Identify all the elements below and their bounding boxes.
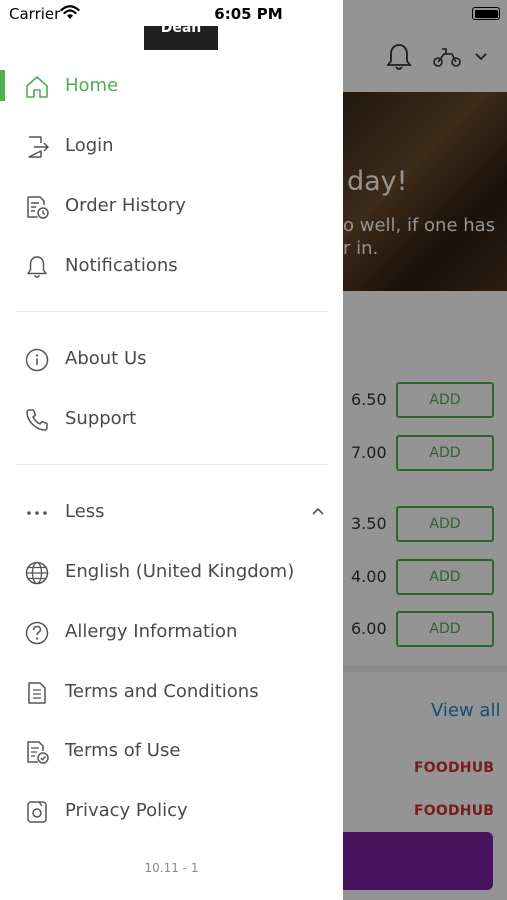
menu-item-support[interactable]: Support [0, 394, 343, 444]
menu-item-label: Allergy Information [65, 621, 238, 642]
ellipsis-icon [27, 511, 47, 515]
menu-item-label: Order History [65, 195, 186, 216]
privacy-icon [27, 801, 47, 823]
chevron-up-icon[interactable] [310, 503, 326, 519]
menu-item-label: Privacy Policy [65, 800, 188, 821]
menu-item-label: Less [65, 501, 105, 522]
menu-item-terms-of-use[interactable]: Terms of Use [0, 726, 343, 776]
menu-item-notifications[interactable]: Notifications [0, 241, 343, 291]
document-icon [28, 682, 46, 704]
home-icon [26, 76, 48, 98]
menu-item-order-history[interactable]: Order History [0, 181, 343, 231]
document-check-icon [27, 741, 49, 764]
menu-item-label: About Us [65, 348, 147, 369]
app-version: 10.11 - 1 [144, 861, 199, 875]
bell-icon [27, 256, 47, 278]
menu-item-label: Home [65, 75, 119, 96]
menu-item-label: Notifications [65, 255, 178, 276]
menu-item-allergy-information[interactable]: Allergy Information [0, 607, 343, 657]
navigation-drawer: Dean Home Login Order History Notificati… [0, 0, 343, 900]
globe-icon [25, 561, 49, 585]
status-bar: Carrier 6:05 PM [0, 0, 507, 28]
menu-item-less-toggle[interactable]: Less [0, 487, 343, 537]
question-icon [25, 621, 49, 645]
clock-time: 6:05 PM [214, 5, 283, 23]
restaurant-logo: Dean [144, 26, 218, 50]
drawer-scrim[interactable] [343, 0, 507, 900]
login-icon [28, 136, 49, 158]
menu-item-language[interactable]: English (United Kingdom) [0, 547, 343, 597]
menu-divider [16, 311, 328, 312]
info-icon [25, 348, 49, 372]
menu-item-privacy-policy[interactable]: Privacy Policy [0, 786, 343, 836]
menu-item-label: Terms of Use [65, 740, 181, 761]
battery-icon [472, 7, 500, 20]
menu-item-login[interactable]: Login [0, 121, 343, 171]
menu-item-label: Terms and Conditions [65, 681, 259, 702]
menu-item-label: English (United Kingdom) [65, 561, 295, 582]
menu-item-home[interactable]: Home [0, 61, 343, 111]
order-history-icon [27, 196, 49, 219]
menu-item-label: Login [65, 135, 114, 156]
menu-item-terms-and-conditions[interactable]: Terms and Conditions [0, 667, 343, 717]
menu-divider [16, 464, 328, 465]
menu-item-about-us[interactable]: About Us [0, 334, 343, 384]
menu-item-label: Support [65, 408, 137, 429]
phone-icon [26, 409, 48, 431]
